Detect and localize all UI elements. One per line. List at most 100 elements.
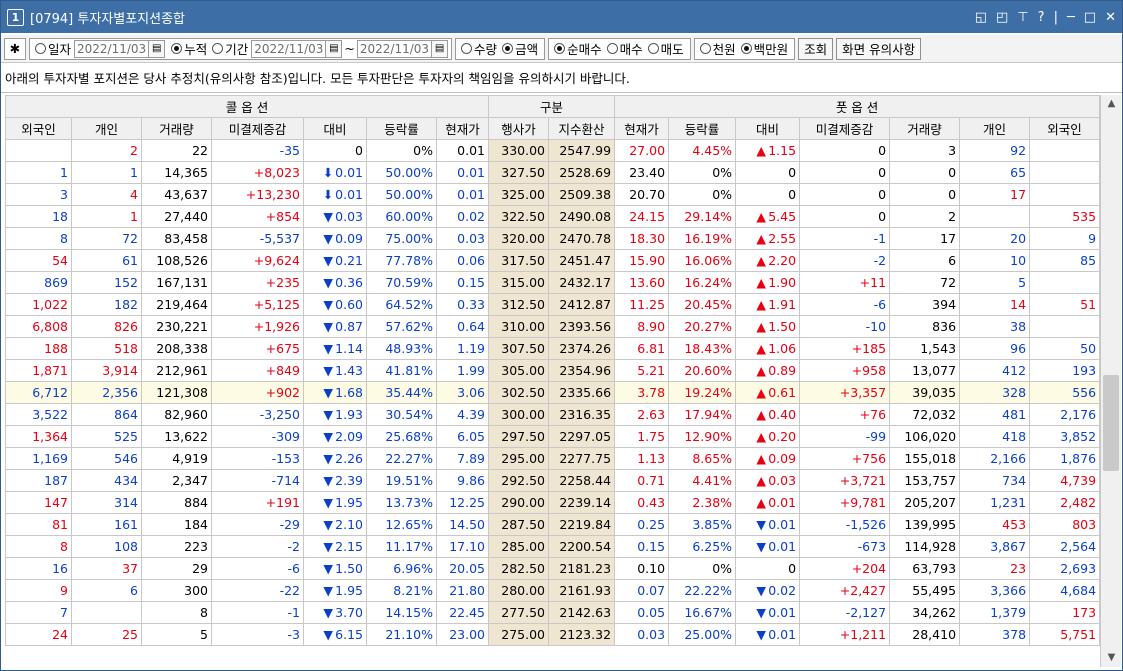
table-cell: 121,308 [141,381,212,404]
radio-million-won[interactable] [740,43,752,54]
vertical-scrollbar[interactable]: ▲ ▼ [1100,95,1121,667]
column-header[interactable]: 외국인 [5,117,72,140]
table-cell: 3.78 [614,381,670,404]
radio-thousand-won[interactable] [699,43,711,54]
radio-cumulative[interactable] [171,43,183,54]
change-value: 1.91 [768,297,797,312]
calendar-icon[interactable]: ▤ [149,39,166,58]
help-icon[interactable]: ? [1038,10,1045,25]
column-header[interactable]: 개인 [959,117,1031,140]
minimize-icon[interactable]: ─ [1067,10,1075,25]
column-header[interactable]: 등락률 [668,117,737,140]
close-icon[interactable]: ✕ [1105,10,1116,25]
table-cell: 12.25 [435,491,490,514]
table-cell: 0.43 [614,491,670,514]
calendar-icon[interactable]: ▤ [432,39,449,58]
column-header[interactable]: 대비 [735,117,801,140]
radio-period[interactable] [212,43,224,54]
table-cell: 23.00 [435,623,490,646]
radio-amount[interactable] [502,43,514,54]
radio-buy[interactable] [606,43,618,54]
table-row[interactable]: 54 61 108,526 +9,624 ▼ 0.21 77.78% 0.06 317.50 24… [5,249,1101,272]
table-row[interactable]: 3,522 864 82,960 -3,250 ▼ 1.93 30.54% 4.39 300.0… [5,403,1101,426]
table-row[interactable]: 81 161 184 -29 ▼ 2.10 12.65% 14.50 287.50 2219.84… [5,513,1101,536]
table-row[interactable]: 24 25 5 -3 ▼ 6.15 21.10% 23.00 275.00 2123.32 0.03… [5,623,1101,646]
screen-notice-button[interactable]: 화면 유의사항 [836,37,922,60]
table-cell: 1,231 [959,491,1031,514]
table-cell: +1,211 [799,623,891,646]
scroll-thumb[interactable] [1103,375,1119,471]
column-header[interactable]: 거래량 [141,117,212,140]
period-to-input[interactable]: 2022/11/03 [356,39,433,58]
table-row[interactable]: 1,871 3,914 212,961 +849 ▼ 1.43 41.81% 1.99 305.… [5,359,1101,382]
table-row[interactable]: 6,712 2,356 121,308 +902 ▼ 1.68 35.44% 3.06 302.… [5,381,1101,404]
table-cell: 18.43% [668,337,737,360]
table-cell: 24 [5,623,72,646]
column-header[interactable]: 현재가 [614,117,670,140]
table-cell: -3 [211,623,304,646]
table-cell: 182 [71,293,142,316]
table-row[interactable]: 1 1 14,365 +8,023 ⬇ 0.01 50.00% 0.01 327.50 2528.… [5,161,1101,184]
table-row[interactable]: 187 434 2,347 -714 ▼ 2.39 19.51% 9.86 292.50 2258… [5,469,1101,492]
table-row[interactable]: 1,022 182 219,464 +5,125 ▼ 0.60 64.52% 0.33 312.… [5,293,1101,316]
unit-type-group: 수량 금액 [455,37,546,60]
table-cell: 17.94% [668,403,737,426]
maximize-icon[interactable]: □ [1084,10,1096,25]
table-cell: 9 [1029,227,1101,250]
window-pin-icon[interactable]: ⊤ [1017,10,1028,25]
table-row[interactable]: 1,364 525 13,622 -309 ▼ 2.09 25.68% 6.05 297.50 2… [5,425,1101,448]
table-cell: ▲ 5.45 [735,205,801,228]
column-header[interactable]: 현재가 [435,117,490,140]
column-header[interactable]: 행사가 [488,117,550,140]
radio-net-buy[interactable] [554,43,566,54]
scroll-up-icon[interactable]: ▲ [1101,95,1122,113]
daily-date-input[interactable]: 2022/11/03 [74,39,150,58]
table-cell: 29.14% [668,205,737,228]
column-header[interactable]: 외국인 [1029,117,1101,140]
column-header[interactable]: 대비 [303,117,367,140]
radio-sell[interactable] [647,43,659,54]
search-button[interactable]: 조회 [798,37,834,60]
table-cell: 188 [5,337,72,360]
table-cell: 106,020 [889,425,961,448]
table-cell: 223 [141,535,212,558]
radio-daily[interactable] [35,43,46,54]
table-row[interactable]: 2 22 -35 0 0% 0.01 330.00 2547.99 27.00 4.45% ▲ 1.1… [5,139,1101,162]
table-cell: 155,018 [889,447,961,470]
table-cell: 2335.66 [548,381,616,404]
table-row[interactable]: 18 1 27,440 +854 ▼ 0.03 60.00% 0.02 322.50 2490.0… [5,205,1101,228]
table-cell: 30.54% [366,403,437,426]
table-row[interactable]: 1,169 546 4,919 -153 ▼ 2.26 22.27% 7.89 295.00 22… [5,447,1101,470]
table-cell: ▲ 0.09 [735,447,801,470]
table-row[interactable]: 869 152 167,131 +235 ▼ 0.36 70.59% 0.15 315.00 24… [5,271,1101,294]
table-row[interactable]: 8 72 83,458 -5,537 ▼ 0.09 75.00% 0.03 320.00 2470… [5,227,1101,250]
column-header[interactable]: 개인 [71,117,142,140]
table-cell: 152 [71,271,142,294]
column-header[interactable]: 거래량 [889,117,961,140]
table-cell: 2316.35 [548,403,616,426]
table-row[interactable]: 9 6 300 -22 ▼ 1.95 8.21% 21.80 280.00 2161.93 0.07… [5,579,1101,602]
radio-quantity[interactable] [461,43,473,54]
table-row[interactable]: 6,808 826 230,221 +1,926 ▼ 0.87 57.62% 0.64 310.… [5,315,1101,338]
calendar-icon[interactable]: ▤ [326,39,343,58]
table-row[interactable]: 188 518 208,338 +675 ▼ 1.14 48.93% 1.19 307.50 23… [5,337,1101,360]
table-row[interactable]: 8 108 223 -2 ▼ 2.15 11.17% 17.10 285.00 2200.54 0.… [5,535,1101,558]
column-header[interactable]: 지수환산 [548,117,616,140]
window-copy-icon[interactable]: ◰ [996,10,1008,25]
change-value: 0.09 [768,451,797,466]
settings-button[interactable]: ✱ [4,37,26,60]
table-row[interactable]: 147 314 884 +191 ▼ 1.95 13.73% 12.25 290.00 2239.… [5,491,1101,514]
table-row[interactable]: 7 8 -1 ▼ 3.70 14.15% 22.45 277.50 2142.63 0.05 16.… [5,601,1101,624]
column-header[interactable]: 미결제증감 [799,117,891,140]
table-row[interactable]: 16 37 29 -6 ▼ 1.50 6.96% 20.05 282.50 2181.23 0.10… [5,557,1101,580]
period-from-input[interactable]: 2022/11/03 [251,39,327,58]
gear-icon: ✱ [9,41,21,56]
table-cell: -35 [211,139,304,162]
column-header[interactable]: 등락률 [366,117,437,140]
column-header[interactable]: 미결제증감 [211,117,304,140]
table-cell: 20 [959,227,1031,250]
title-bar[interactable]: 1 [0794] 투자자별포지션종합 ◱ ◰ ⊤ ? | ─ □ ✕ [1,1,1122,33]
scroll-down-icon[interactable]: ▼ [1101,649,1122,667]
table-row[interactable]: 3 4 43,637 +13,230 ⬇ 0.01 50.00% 0.01 325.00 2509… [5,183,1101,206]
window-link-icon[interactable]: ◱ [975,10,987,25]
